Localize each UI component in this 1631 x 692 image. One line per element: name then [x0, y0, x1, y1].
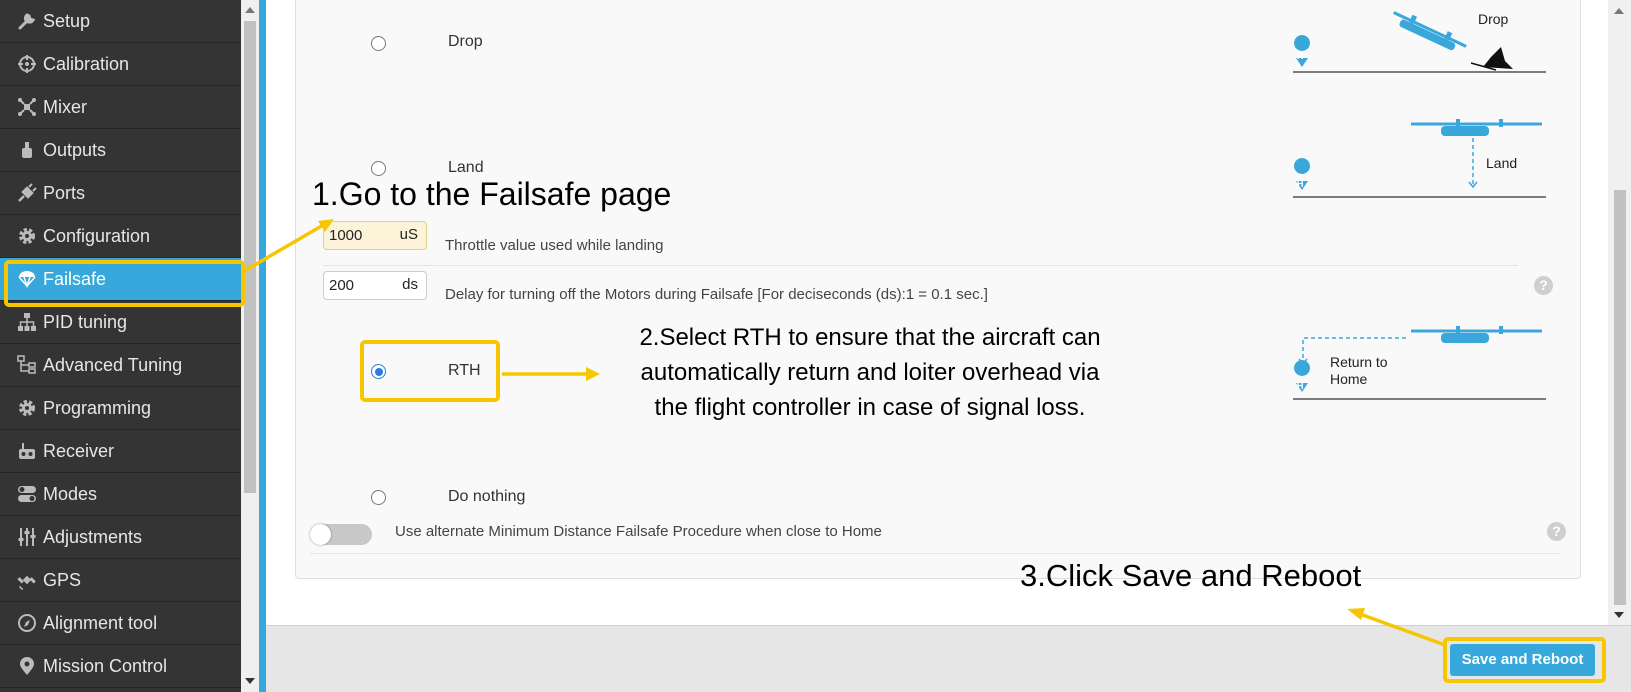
annotation-step-2-line2: automatically return and loiter overhead…: [640, 359, 1100, 386]
annotation-step-3: 3.Click Save and Reboot: [1020, 558, 1362, 593]
annotation-step-1: 1.Go to the Failsafe page: [312, 176, 672, 212]
annotation-step-2-line1: 2.Select RTH to ensure that the aircraft…: [639, 324, 1101, 351]
annotation-step-2-line3: the flight controller in case of signal …: [654, 394, 1086, 421]
